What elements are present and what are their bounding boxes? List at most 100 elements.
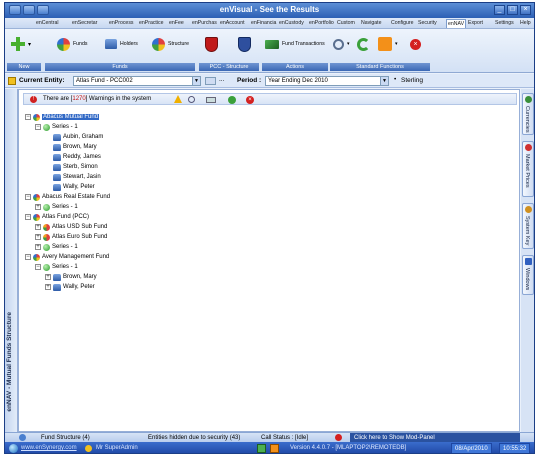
close-icon[interactable]: × <box>246 96 254 104</box>
tray-icon[interactable] <box>270 444 279 453</box>
tab-currencies[interactable]: Currencies <box>522 93 534 135</box>
menu-item-ensecretar[interactable]: enSecretar <box>71 19 98 28</box>
refresh-icon[interactable] <box>228 96 236 104</box>
collapse-icon[interactable]: − <box>25 194 31 200</box>
tree-node-avery-fund[interactable]: − Avery Management Fund <box>25 252 109 262</box>
holder-icon <box>53 173 61 181</box>
collapse-icon[interactable]: − <box>35 124 41 130</box>
minimize-button[interactable]: _ <box>494 5 505 15</box>
warnings-prefix: There are [ <box>43 96 73 102</box>
tree-node-label: Brown, Mary <box>63 144 97 150</box>
entity-edit-icon[interactable] <box>205 77 216 85</box>
menu-item-enfee[interactable]: enFee <box>168 19 185 28</box>
holders-label: Holders <box>120 41 138 47</box>
tree-node-holder[interactable]: Wally, Peter <box>53 182 95 192</box>
period-select[interactable]: Year Ending Dec 2010 ▼ <box>265 76 389 86</box>
series-icon <box>43 203 50 211</box>
menu-item-export[interactable]: Export <box>467 19 484 28</box>
tray-icon[interactable] <box>257 444 266 453</box>
expand-icon[interactable]: + <box>35 224 41 230</box>
menu-item-enportfolio[interactable]: enPortfolio <box>308 19 335 28</box>
holders-button[interactable]: Holders <box>105 35 138 53</box>
stop-icon[interactable] <box>335 434 342 441</box>
collapse-icon[interactable]: − <box>25 114 31 120</box>
refresh-button[interactable] <box>357 35 370 53</box>
group-label-actions: Actions <box>262 63 328 71</box>
collapse-icon[interactable]: − <box>35 264 41 270</box>
left-caption-panel: enNAV - Mutual Funds Structure <box>5 89 18 432</box>
funds-button[interactable]: Funds <box>57 35 87 53</box>
structure-button[interactable]: Structure <box>152 35 189 53</box>
tree-node-holder[interactable]: + Wally, Peter <box>45 282 95 292</box>
menu-item-enpractice[interactable]: enPractice <box>138 19 165 28</box>
tree-node-holder[interactable]: Stewart, Jasin <box>53 172 101 182</box>
entity-more-button[interactable]: ... <box>219 76 224 83</box>
rss-icon <box>378 37 392 51</box>
call-status: Call Status : [Idle] <box>261 435 309 441</box>
tree-node-holder[interactable]: Brown, Mary <box>53 142 97 152</box>
entity-select[interactable]: Atlas Fund - PCC002 ▼ <box>73 76 201 86</box>
maximize-button[interactable]: □ <box>507 5 518 15</box>
tree-node-atlas-euro[interactable]: + Atlas Euro Sub Fund <box>35 232 107 242</box>
menu-item-enfinancia[interactable]: enFinancia <box>250 19 277 28</box>
tree-node-holder[interactable]: Sterb, Simon <box>53 162 98 172</box>
tree-node-abacus-mutual-fund[interactable]: − Abacus Mutual Fund <box>25 112 100 122</box>
menu-item-enprocess[interactable]: enProcess <box>108 19 135 28</box>
menu-item-settings[interactable]: Settings <box>494 19 515 28</box>
menu-item-encentral[interactable]: enCentral <box>35 19 60 28</box>
collapse-icon[interactable]: − <box>25 214 31 220</box>
tree-node-holder[interactable]: Aubin, Graham <box>53 132 103 142</box>
fund-structure-panel: ! There are [1270] Warnings in the syste… <box>18 89 520 432</box>
tree-node-atlas-fund[interactable]: − Atlas Fund (PCC) <box>25 212 89 222</box>
view-icon[interactable] <box>206 97 216 103</box>
menu-item-enpurchas[interactable]: enPurchas <box>191 19 218 28</box>
expand-icon[interactable]: + <box>35 244 41 250</box>
menu-item-navigate[interactable]: Navigate <box>360 19 382 28</box>
fund-transactions-label: Fund Transactions <box>282 41 325 47</box>
menu-item-security[interactable]: Security <box>417 19 438 28</box>
tab-label: System Key <box>524 216 530 246</box>
menu-item-encustody[interactable]: enCustody <box>278 19 305 28</box>
tab-windows[interactable]: Windows <box>522 255 534 295</box>
expand-icon[interactable]: + <box>35 234 41 240</box>
fund-transactions-button[interactable]: Fund Transactions <box>265 35 325 53</box>
menu-item-help[interactable]: Help <box>519 19 532 28</box>
tree-node-series[interactable]: + Series - 1 <box>35 242 78 252</box>
warnings-message[interactable]: There are [1270] Warnings in the system <box>43 96 151 102</box>
rss-button[interactable]: ▾ <box>378 35 398 53</box>
fund-structure-status: Fund Structure (4) <box>41 435 90 441</box>
tree-node-holder[interactable]: + Brown, Mary <box>45 272 97 282</box>
group-label-new: New <box>7 63 41 71</box>
tab-market-prices[interactable]: Market Prices <box>522 141 534 197</box>
tree-node-abacus-real-estate[interactable]: − Abacus Real Estate Fund <box>25 192 110 202</box>
menu-item-ennav[interactable]: enNAV <box>446 19 467 28</box>
tree-node-holder[interactable]: Reddy, James <box>53 152 101 162</box>
fund-icon <box>33 193 40 201</box>
website-link[interactable]: www.enSynergy.com <box>21 445 77 451</box>
cancel-button[interactable]: × <box>410 35 421 53</box>
expand-icon[interactable]: + <box>45 284 51 290</box>
close-button[interactable]: × <box>520 5 531 15</box>
warnings-suffix: ] Warnings in the system <box>85 96 152 102</box>
tree-node-series[interactable]: − Series - 1 <box>35 262 78 272</box>
new-button[interactable]: ▾ <box>11 35 31 53</box>
tree-node-series[interactable]: + Series - 1 <box>35 202 78 212</box>
pcc-shield-red-button[interactable] <box>205 35 218 53</box>
menu-item-enaccount[interactable]: enAccount <box>219 19 246 28</box>
pcc-shield-blue-button[interactable] <box>238 35 251 53</box>
tab-label: Windows <box>524 268 530 291</box>
menu-item-custom[interactable]: Custom <box>336 19 356 28</box>
collapse-icon[interactable]: − <box>25 254 31 260</box>
expand-icon[interactable]: + <box>35 204 41 210</box>
globe-icon <box>9 444 18 453</box>
tab-system-key[interactable]: System Key <box>522 203 534 249</box>
search-button[interactable]: ▾ <box>333 35 350 53</box>
windows-icon <box>525 258 532 265</box>
current-entity-label: Current Entity: <box>19 77 65 84</box>
menu-item-configure[interactable]: Configure <box>390 19 415 28</box>
settings-icon[interactable] <box>188 96 195 103</box>
tree-node-atlas-usd[interactable]: + Atlas USD Sub Fund <box>35 222 107 232</box>
alert-icon[interactable] <box>174 95 182 103</box>
tree-node-series[interactable]: − Series - 1 <box>35 122 78 132</box>
expand-icon[interactable]: + <box>45 274 51 280</box>
